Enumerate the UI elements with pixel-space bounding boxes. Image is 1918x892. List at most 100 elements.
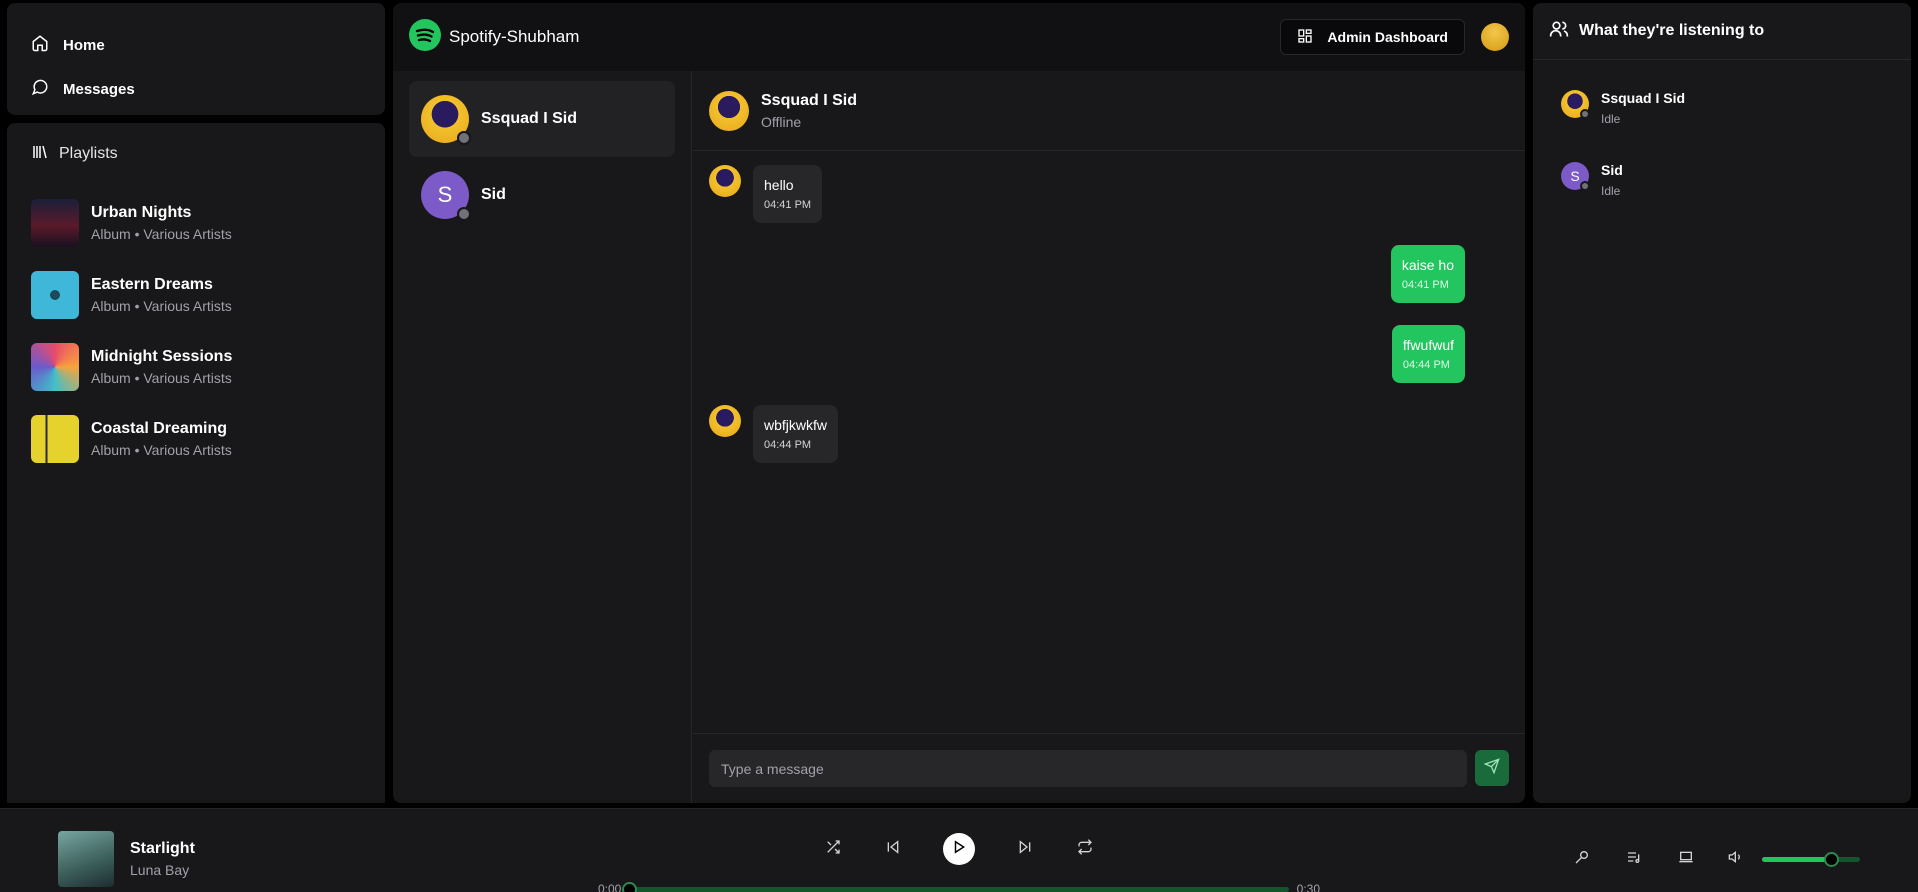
messages-panel: Spotify-Shubham Admin Dashboard Ssquad I (393, 3, 1525, 803)
progress-bar: 0:00 0:30 (598, 881, 1320, 892)
previous-button[interactable] (883, 839, 903, 859)
playlist-item[interactable]: Urban Nights Album • Various Artists (31, 187, 361, 259)
send-button[interactable] (1475, 750, 1509, 786)
volume-button[interactable] (1726, 849, 1746, 869)
volume-icon (1728, 849, 1744, 870)
playlist-cover (31, 271, 79, 319)
playlist-title: Urban Nights (91, 204, 192, 221)
playlist-title: Eastern Dreams (91, 276, 213, 293)
chat-header: Ssquad I Sid Offline (693, 71, 1525, 151)
contact-item[interactable]: S Sid (409, 157, 675, 233)
playback-bar: Starlight Luna Bay 0:00 0:30 (0, 808, 1918, 892)
message-time: 04:41 PM (764, 199, 812, 211)
users-icon (1549, 19, 1569, 44)
friend-item[interactable]: S Sid Idle (1533, 140, 1911, 220)
nav-messages[interactable]: Messages (31, 67, 361, 111)
playlist-cover (31, 199, 79, 247)
duration: 0:30 (1296, 882, 1320, 892)
next-button[interactable] (1015, 839, 1035, 859)
playlist-cover (31, 415, 79, 463)
message: kaise ho 04:41 PM (1390, 245, 1465, 303)
main-nav: Home Messages (7, 3, 385, 115)
admin-dashboard-button[interactable]: Admin Dashboard (1280, 19, 1465, 55)
message: ffwufwuf 04:44 PM (1391, 325, 1465, 383)
message-text: wbfjkwkfw (764, 417, 828, 433)
message-text: ffwufwuf (1402, 337, 1454, 353)
app-name: Spotify-Shubham (449, 27, 580, 46)
send-icon (1483, 757, 1500, 779)
volume-thumb[interactable] (1823, 852, 1839, 867)
chat-header-name: Ssquad I Sid (761, 91, 858, 109)
progress-thumb[interactable] (622, 881, 638, 892)
friend-item[interactable]: Ssquad I Sid Idle (1533, 60, 1911, 140)
playlist-subtitle: Album • Various Artists (91, 442, 232, 458)
message-text: kaise ho (1401, 257, 1454, 273)
status-indicator (457, 207, 471, 221)
message-time: 04:41 PM (1401, 279, 1449, 291)
devices-button[interactable] (1676, 849, 1696, 869)
admin-dashboard-label: Admin Dashboard (1327, 29, 1448, 45)
avatar: S (421, 171, 471, 221)
avatar (709, 405, 741, 437)
volume-slider[interactable] (1762, 852, 1860, 867)
message: hello 04:41 PM (709, 165, 823, 223)
message-bubble: kaise ho 04:41 PM (1390, 245, 1465, 303)
progress-track[interactable] (622, 881, 1289, 892)
play-icon (952, 839, 966, 859)
friends-activity-title: What they're listening to (1579, 22, 1765, 39)
skip-back-icon (885, 839, 901, 860)
message-composer (693, 733, 1525, 803)
contact-list: Ssquad I Sid S Sid (393, 71, 692, 803)
playlist-cover (31, 343, 79, 391)
avatar (709, 165, 741, 197)
playlist-subtitle: Album • Various Artists (91, 370, 232, 386)
playlist-item[interactable]: Eastern Dreams Album • Various Artists (31, 259, 361, 331)
repeat-button[interactable] (1075, 838, 1095, 859)
playlists-header: Playlists (31, 141, 361, 167)
friend-name: Sid (1601, 162, 1623, 178)
playlist-title: Coastal Dreaming (91, 420, 228, 437)
chat-header-status: Offline (761, 113, 802, 130)
message-bubble: ffwufwuf 04:44 PM (1391, 325, 1465, 383)
avatar (1561, 90, 1590, 119)
shuffle-icon (825, 839, 841, 860)
contact-name: Sid (481, 186, 506, 203)
home-icon (31, 34, 49, 56)
status-indicator (457, 131, 471, 145)
playlist-item[interactable]: Coastal Dreaming Album • Various Artists (31, 403, 361, 475)
nav-messages-label: Messages (63, 80, 135, 98)
user-avatar[interactable] (1481, 23, 1509, 51)
dashboard-icon (1297, 28, 1313, 47)
message-time: 04:44 PM (1402, 359, 1450, 371)
playlist-item[interactable]: Midnight Sessions Album • Various Artist… (31, 331, 361, 403)
current-time: 0:00 (598, 882, 622, 892)
playlist-subtitle: Album • Various Artists (91, 298, 232, 314)
playlist-title: Midnight Sessions (91, 348, 233, 365)
library-icon (31, 143, 49, 166)
message-time: 04:44 PM (764, 439, 812, 451)
friend-status: Idle (1601, 112, 1621, 126)
queue-button[interactable] (1624, 849, 1644, 869)
playlists-title: Playlists (59, 145, 118, 162)
message-input[interactable] (709, 750, 1467, 787)
spotify-logo-icon (409, 18, 441, 56)
lyrics-button[interactable] (1572, 849, 1592, 869)
nav-home[interactable]: Home (31, 23, 361, 67)
message-bubble: hello 04:41 PM (753, 165, 823, 223)
friend-name: Ssquad I Sid (1601, 90, 1686, 106)
avatar (421, 95, 471, 145)
avatar (709, 90, 749, 131)
play-button[interactable] (943, 833, 975, 865)
app-root: Home Messages Playlists Urban Nights Alb… (0, 0, 1918, 892)
nav-home-label: Home (63, 36, 105, 54)
message-bubble: wbfjkwkfw 04:44 PM (753, 405, 839, 463)
message-circle-icon (31, 78, 49, 100)
status-indicator (1580, 181, 1590, 191)
status-indicator (1580, 109, 1590, 119)
playlists-panel: Playlists Urban Nights Album • Various A… (7, 123, 385, 803)
chat-area: Ssquad I Sid Offline hello 04:41 PM kais… (693, 71, 1525, 803)
shuffle-button[interactable] (823, 839, 843, 859)
brand[interactable]: Spotify-Shubham (409, 18, 580, 56)
contact-item[interactable]: Ssquad I Sid (409, 81, 675, 157)
contact-name: Ssquad I Sid (481, 110, 578, 127)
